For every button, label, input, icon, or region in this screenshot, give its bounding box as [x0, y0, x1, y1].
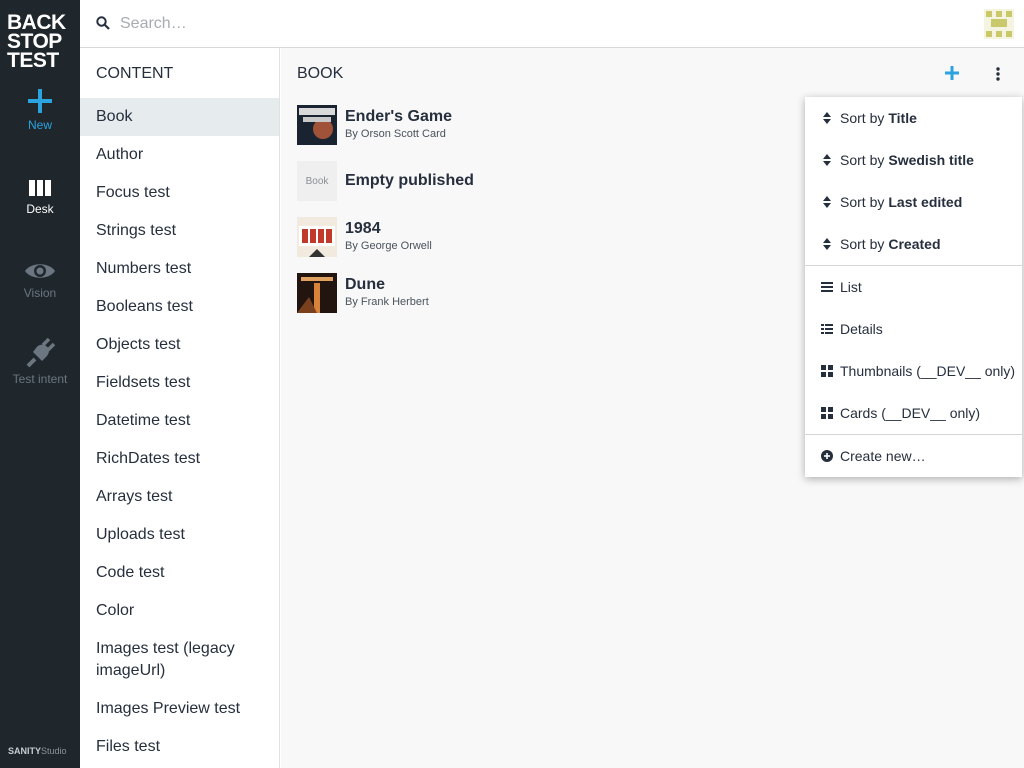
- sort-arrows-icon: [820, 153, 834, 167]
- type-item-code-test[interactable]: Code test: [80, 554, 279, 592]
- menu-view-cards[interactable]: Cards (__DEV__ only): [805, 392, 1022, 434]
- type-item-author[interactable]: Author: [80, 136, 279, 174]
- type-item-objects-test[interactable]: Objects test: [80, 326, 279, 364]
- menu-sort-prefix: Sort by: [840, 194, 885, 210]
- document-row-enders-game[interactable]: Ender's Game By Orson Scott Card: [297, 103, 452, 147]
- sort-arrows-icon: [820, 195, 834, 209]
- type-item-images-preview-test[interactable]: Images Preview test: [80, 690, 279, 728]
- nav-new-label: New: [27, 118, 52, 132]
- cover-art-icon: [297, 105, 337, 145]
- menu-sort-field: Last edited: [888, 194, 963, 210]
- type-item-color[interactable]: Color: [80, 592, 279, 630]
- document-subtitle: By George Orwell: [345, 240, 432, 252]
- type-item-numbers-test[interactable]: Numbers test: [80, 250, 279, 288]
- nav-test-intent-label: Test intent: [12, 372, 68, 386]
- type-item-richdates-test[interactable]: RichDates test: [80, 440, 279, 478]
- document-title: 1984: [345, 220, 381, 237]
- type-item-booleans-test[interactable]: Booleans test: [80, 288, 279, 326]
- menu-view-details[interactable]: Details: [805, 308, 1022, 350]
- nav-vision-label: Vision: [23, 286, 57, 300]
- menu-sort-by-swedish-title[interactable]: Sort by Swedish title: [805, 139, 1022, 181]
- nav-desk-label: Desk: [26, 202, 54, 216]
- menu-view-list[interactable]: List: [805, 266, 1022, 308]
- book-cover-thumbnail: [297, 105, 337, 145]
- more-options-kebab-icon[interactable]: [992, 64, 1004, 84]
- cover-art-icon: [297, 217, 337, 257]
- menu-sort-prefix: Sort by: [840, 110, 885, 126]
- nav-vision-button[interactable]: Vision: [0, 260, 80, 300]
- menu-view-label: List: [840, 279, 862, 295]
- document-row-1984[interactable]: 1984 By George Orwell: [297, 215, 432, 259]
- list-icon: [820, 280, 834, 294]
- menu-create-label: Create new…: [840, 448, 926, 464]
- content-pane-title: CONTENT: [96, 65, 174, 82]
- user-avatar[interactable]: [984, 9, 1014, 39]
- menu-sort-field: Swedish title: [888, 152, 974, 168]
- document-title: Ender's Game: [345, 108, 452, 125]
- menu-sort-prefix: Sort by: [840, 152, 885, 168]
- search-icon: [96, 16, 110, 30]
- menu-create-new[interactable]: Create new…: [805, 435, 1022, 477]
- type-item-focus-test[interactable]: Focus test: [80, 174, 279, 212]
- menu-sort-by-title[interactable]: Sort by Title: [805, 97, 1022, 139]
- document-title: Empty published: [345, 172, 474, 189]
- details-list-icon: [820, 322, 834, 336]
- menu-sort-field: Created: [888, 236, 941, 252]
- book-cover-thumbnail: [297, 273, 337, 313]
- grid-icon: [820, 364, 834, 378]
- type-item-files-test[interactable]: Files test: [80, 728, 279, 766]
- nav-new-button[interactable]: New: [0, 88, 80, 132]
- book-pane-title: BOOK: [297, 65, 344, 82]
- type-item-arrays-test[interactable]: Arrays test: [80, 478, 279, 516]
- menu-view-label: Details: [840, 321, 883, 337]
- menu-sort-by-created[interactable]: Sort by Created: [805, 223, 1022, 265]
- plus-icon: [28, 89, 52, 113]
- sort-view-dropdown-menu: Sort by Title Sort by Swedish title Sort b…: [805, 97, 1022, 477]
- create-document-plus-icon[interactable]: [943, 64, 961, 82]
- menu-view-thumbnails[interactable]: Thumbnails (__DEV__ only): [805, 350, 1022, 392]
- type-item-strings-test[interactable]: Strings test: [80, 212, 279, 250]
- menu-view-label: Cards (__DEV__ only): [840, 405, 981, 421]
- menu-sort-field: Title: [888, 110, 917, 126]
- type-item-book[interactable]: Book: [80, 98, 279, 136]
- menu-view-label: Thumbnails (__DEV__ only): [840, 363, 1016, 379]
- cover-art-icon: [297, 273, 337, 313]
- book-cover-thumbnail: [297, 217, 337, 257]
- avatar-pattern-icon: [986, 11, 1012, 37]
- menu-sort-prefix: Sort by: [840, 236, 885, 252]
- sanity-studio-logo: SANITYStudio: [8, 746, 67, 756]
- type-item-uploads-test[interactable]: Uploads test: [80, 516, 279, 554]
- plug-icon: [26, 338, 56, 368]
- book-placeholder-thumbnail: Book: [297, 161, 337, 201]
- plus-circle-icon: [820, 449, 834, 463]
- eye-icon: [25, 264, 55, 278]
- type-item-images-test[interactable]: Images test (legacy imageUrl): [80, 630, 279, 690]
- content-types-pane: CONTENT Book Author Focus test Strings t…: [80, 48, 280, 768]
- type-item-datetime-test[interactable]: Datetime test: [80, 402, 279, 440]
- document-title: Dune: [345, 276, 385, 293]
- sort-arrows-icon: [820, 237, 834, 251]
- brand-logo[interactable]: BACK STOP TEST: [7, 12, 73, 71]
- side-nav: BACK STOP TEST New Desk Vision Test inte…: [0, 0, 80, 768]
- columns-icon: [29, 180, 51, 196]
- grid-icon: [820, 406, 834, 420]
- document-subtitle: By Orson Scott Card: [345, 128, 446, 140]
- nav-desk-button[interactable]: Desk: [0, 178, 80, 216]
- menu-sort-by-last-edited[interactable]: Sort by Last edited: [805, 181, 1022, 223]
- sort-arrows-icon: [820, 111, 834, 125]
- type-item-fieldsets-test[interactable]: Fieldsets test: [80, 364, 279, 402]
- top-search-bar: [80, 0, 1024, 48]
- document-row-empty-published[interactable]: Book Empty published: [297, 159, 474, 203]
- document-subtitle: By Frank Herbert: [345, 296, 429, 308]
- search-input[interactable]: [120, 12, 720, 36]
- document-row-dune[interactable]: Dune By Frank Herbert: [297, 271, 429, 315]
- thumbnail-placeholder-text: Book: [305, 175, 329, 187]
- nav-test-intent-button[interactable]: Test intent: [0, 338, 80, 386]
